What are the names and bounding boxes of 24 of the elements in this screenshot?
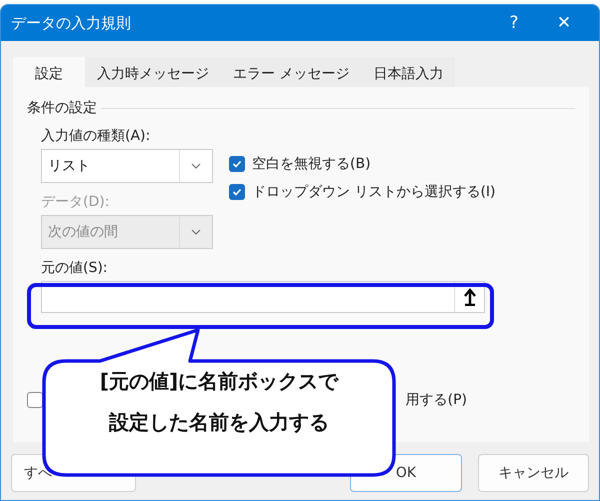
- group-title: 条件の設定: [27, 99, 97, 117]
- window-title: データの入力規則: [11, 14, 132, 32]
- close-button[interactable]: ✕: [539, 12, 589, 34]
- checkbox-label: 空白を無視する(B): [252, 155, 371, 173]
- field-label: 入力値の種類(A):: [41, 127, 152, 145]
- tab[interactable]: 日本語入力: [361, 57, 456, 87]
- tab[interactable]: 入力時メッセージ: [85, 57, 221, 87]
- up-arrow-icon: [462, 288, 476, 306]
- tab[interactable]: 設定: [13, 57, 85, 87]
- checkbox[interactable]: [229, 156, 245, 172]
- callout-text: [元の値]に名前ボックスで: [100, 368, 338, 395]
- checkbox[interactable]: [27, 392, 43, 408]
- field-label: 元の値(S):: [41, 259, 109, 277]
- tab[interactable]: エラー メッセージ: [221, 57, 362, 87]
- cancel-button[interactable]: キャンセル: [478, 454, 590, 492]
- callout-text: 設定した名前を入力する: [109, 409, 329, 436]
- checkbox-label: ドロップダウン リストから選択する(I): [252, 183, 496, 201]
- checkbox-label: 用する(P): [406, 391, 467, 409]
- type-dropdown[interactable]: リスト: [41, 149, 213, 183]
- check-icon: [232, 187, 242, 197]
- check-icon: [232, 159, 242, 169]
- checkbox[interactable]: [229, 184, 245, 200]
- field-label: データ(D):: [41, 193, 110, 211]
- help-button[interactable]: ?: [489, 12, 539, 34]
